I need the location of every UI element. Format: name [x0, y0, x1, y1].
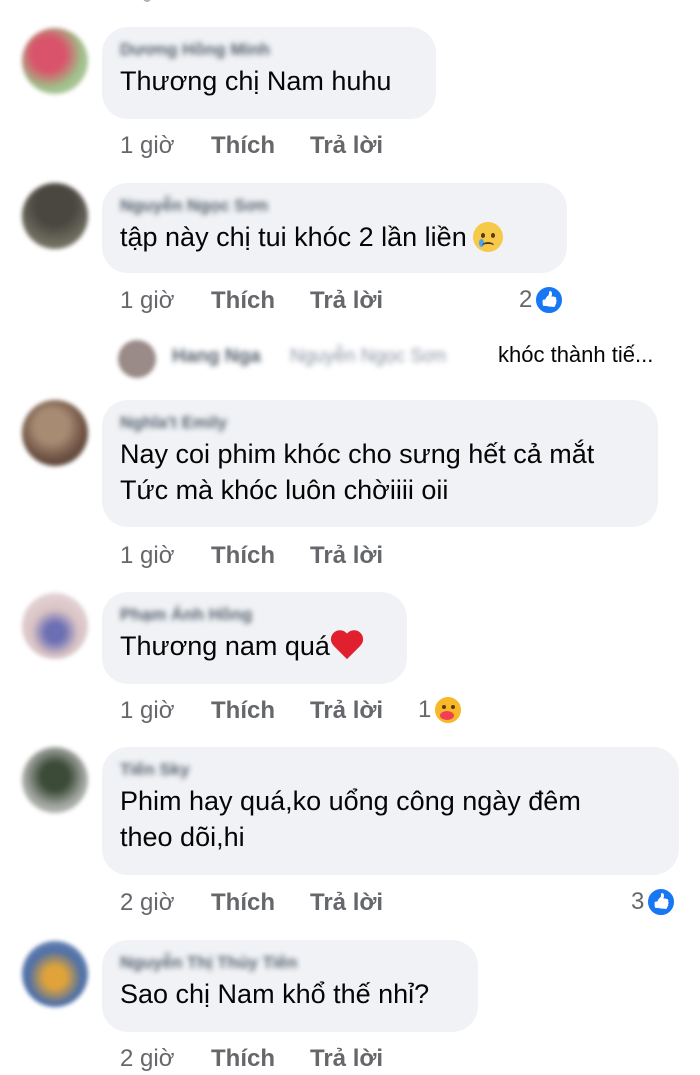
- reaction-summary[interactable]: 2: [519, 283, 565, 315]
- comment-bubble: Dương Hồng Minh Thương chị Nam huhu: [102, 27, 436, 119]
- comment-author[interactable]: Phạm Ánh Hồng: [120, 604, 389, 626]
- comment-text: Thương chị Nam huhu: [120, 66, 392, 96]
- reaction-count: 1: [418, 695, 432, 723]
- reply-button[interactable]: Trả lời: [310, 540, 383, 572]
- avatar[interactable]: [22, 593, 88, 659]
- comment-text: Phim hay quá,ko uổng công ngày đêm: [120, 786, 581, 816]
- comment-text-line: Thương nam quá: [120, 628, 389, 664]
- comment-time[interactable]: 1 giờ: [120, 130, 174, 162]
- reply-button[interactable]: Trả lời: [310, 285, 383, 317]
- comment-author[interactable]: Tiến Sky: [120, 759, 661, 781]
- comment-bubble: Phạm Ánh Hồng Thương nam quá: [102, 592, 407, 684]
- comment-time[interactable]: 1 giờ: [120, 695, 174, 727]
- avatar[interactable]: [22, 28, 88, 94]
- comment-text: theo dõi,hi: [120, 822, 245, 852]
- like-button[interactable]: Thích: [211, 887, 275, 919]
- like-reaction-icon: [534, 284, 565, 315]
- avatar: [118, 340, 156, 378]
- crying-face-emoji-icon: [472, 221, 503, 252]
- avatar[interactable]: [22, 941, 88, 1007]
- reply-button[interactable]: Trả lời: [310, 887, 383, 919]
- comment-time[interactable]: 2 giờ: [120, 887, 174, 919]
- reply-button[interactable]: Trả lời: [310, 1043, 383, 1075]
- like-reaction-icon: [646, 886, 677, 917]
- avatar[interactable]: [22, 183, 88, 249]
- reply-button[interactable]: Trả lời: [310, 130, 383, 162]
- comment-text: tập này chị tui khóc 2 lần liền: [120, 222, 467, 252]
- comment-text: Tức mà khóc luôn chờiiii oii: [120, 475, 449, 505]
- comment-time[interactable]: 2 giờ: [120, 1043, 174, 1075]
- comment-author[interactable]: Dương Hồng Minh: [120, 39, 418, 61]
- care-reaction-icon: [433, 694, 464, 725]
- reply-button[interactable]: Trả lời: [310, 695, 383, 727]
- comment-bubble: Nghĩa't Emily Nay coi phim khóc cho sưng…: [102, 400, 658, 527]
- comment-time[interactable]: 1 giờ: [120, 285, 174, 317]
- comment-author[interactable]: Nguyễn Ngọc Sơn: [120, 195, 549, 217]
- reaction-summary[interactable]: 3: [631, 885, 677, 917]
- comment-author[interactable]: Nghĩa't Emily: [120, 412, 640, 434]
- reply-text: khóc thành tiế...: [498, 342, 654, 367]
- comment-author[interactable]: Nguyễn Thị Thủy Tiên: [120, 952, 460, 974]
- reaction-summary[interactable]: 1: [418, 693, 464, 725]
- comment-text: Nay coi phim khóc cho sưng hết cả mắt: [120, 439, 595, 469]
- comment-text-line: tập này chị tui khóc 2 lần liền: [120, 219, 549, 255]
- scroll-remnant-dot: [143, 0, 151, 2]
- avatar[interactable]: [22, 747, 88, 813]
- reply-preview[interactable]: Hang Nga Nguyễn Ngọc Sơn khóc thành tiế.…: [118, 338, 678, 378]
- reaction-count: 3: [631, 887, 645, 915]
- reaction-count: 2: [519, 285, 533, 313]
- like-button[interactable]: Thích: [211, 695, 275, 727]
- reply-author: Hang Nga: [172, 346, 261, 367]
- comment-text: Thương nam quá: [120, 631, 330, 661]
- like-button[interactable]: Thích: [211, 1043, 275, 1075]
- red-heart-emoji-icon: [330, 631, 364, 661]
- like-button[interactable]: Thích: [211, 130, 275, 162]
- like-button[interactable]: Thích: [211, 285, 275, 317]
- like-button[interactable]: Thích: [211, 540, 275, 572]
- avatar[interactable]: [22, 400, 88, 466]
- comment-bubble: Tiến Sky Phim hay quá,ko uổng công ngày …: [102, 747, 679, 875]
- comment-bubble: Nguyễn Thị Thủy Tiên Sao chị Nam khổ thế…: [102, 940, 478, 1032]
- comment-text: Sao chị Nam khổ thế nhỉ?: [120, 979, 430, 1009]
- reply-mention: Nguyễn Ngọc Sơn: [290, 346, 447, 367]
- comment-bubble: Nguyễn Ngọc Sơn tập này chị tui khóc 2 l…: [102, 183, 567, 273]
- comment-time[interactable]: 1 giờ: [120, 540, 174, 572]
